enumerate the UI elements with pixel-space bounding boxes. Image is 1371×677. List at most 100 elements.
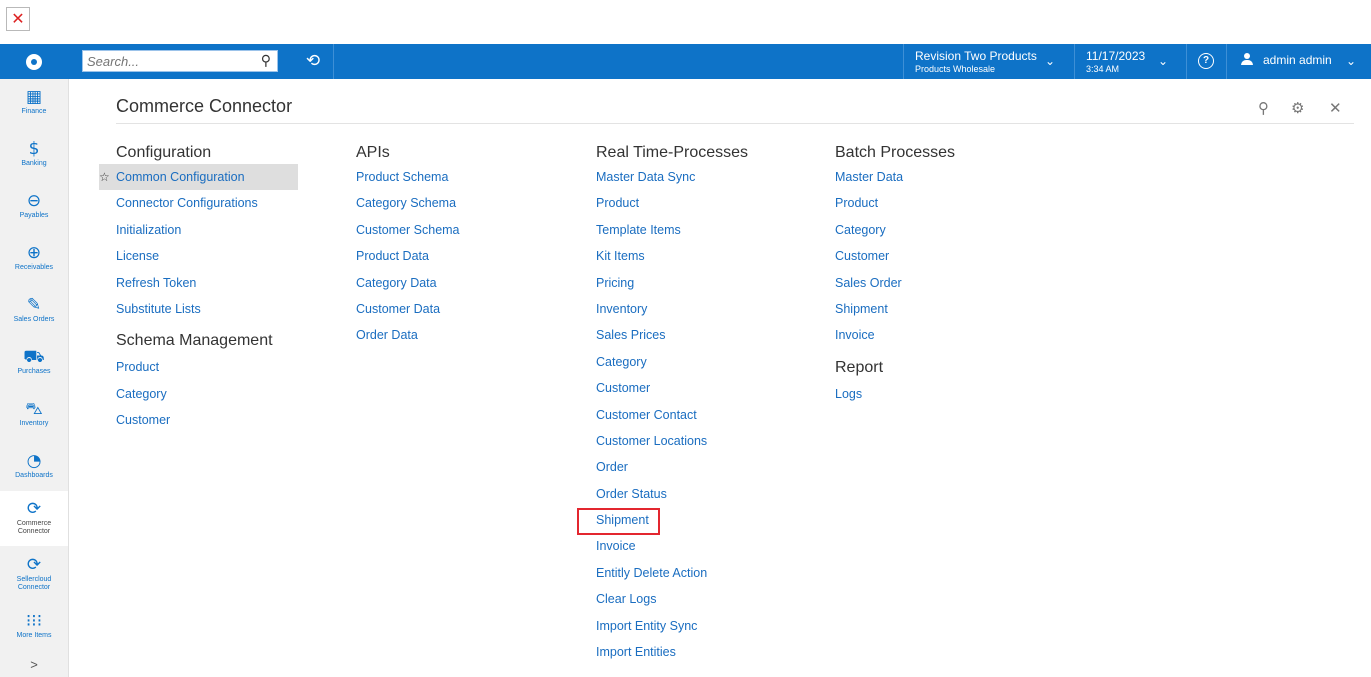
chevron-down-icon[interactable]: ⌄ (1045, 54, 1055, 68)
menu-link[interactable]: Customer (596, 375, 748, 401)
sync-icon: ⟳ (26, 499, 42, 519)
sidebar-item-more-items[interactable]: ⁝⁝⁝ More Items (0, 603, 68, 655)
menu-link[interactable]: Import Entity Sync (596, 613, 748, 639)
chevron-right-icon: > (30, 657, 38, 672)
pin-icon[interactable]: ⚲ (1258, 99, 1269, 117)
edit-icon: ✎ (26, 295, 42, 315)
company-name: Revision Two Products (915, 49, 1037, 63)
menu-link[interactable]: Customer (116, 407, 298, 433)
section-heading: Report (835, 358, 884, 376)
sidebar-item-label: Purchases (17, 368, 51, 375)
close-window-icon[interactable]: ✕ (6, 7, 30, 31)
section-heading: APIs (356, 144, 390, 161)
menu-link[interactable]: Entitly Delete Action (596, 560, 748, 586)
menu-link[interactable]: Initialization (116, 217, 298, 243)
search-icon[interactable]: ⚲ (261, 53, 271, 69)
menu-link[interactable]: Product (835, 190, 955, 216)
grid-icon: ⁝⁝⁝ (25, 611, 43, 631)
menu-link-common-configuration[interactable]: ☆ Common Configuration (99, 164, 298, 191)
chevron-down-icon[interactable]: ⌄ (1158, 54, 1168, 68)
menu-link[interactable]: Category (116, 381, 298, 407)
menu-column-configuration: Configuration ☆ Common Configuration Conn… (99, 142, 298, 434)
company-selector[interactable]: Revision Two Products Products Wholesale (915, 49, 1037, 74)
search-box[interactable]: ⚲ (82, 50, 278, 72)
menu-link[interactable]: Kit Items (596, 243, 748, 269)
menu-link-label: Common Configuration (116, 170, 245, 184)
company-branch: Products Wholesale (915, 64, 996, 74)
menu-link[interactable]: Order (596, 454, 748, 480)
sidebar-item-payables[interactable]: ⊖ Payables (0, 183, 68, 235)
chevron-down-icon[interactable]: ⌄ (1346, 54, 1356, 68)
sidebar-item-sales-orders[interactable]: ✎ Sales Orders (0, 287, 68, 339)
menu-link[interactable]: Invoice (835, 322, 955, 348)
sidebar-item-sellercloud-connector[interactable]: ⟳ Sellercloud Connector (0, 547, 68, 602)
menu-link[interactable]: Order Status (596, 481, 748, 507)
sidebar-item-finance[interactable]: ▦ Finance (0, 79, 68, 131)
cart-icon: ⛟ (23, 347, 45, 367)
menu-link[interactable]: Product (596, 190, 748, 216)
business-date-selector[interactable]: 11/17/2023 3:34 AM (1086, 49, 1145, 74)
sidebar-item-label: More Items (16, 632, 52, 639)
menu-link[interactable]: Connector Configurations (116, 190, 298, 216)
menu-link[interactable]: Product (116, 354, 298, 380)
menu-link[interactable]: Category (835, 217, 955, 243)
menu-link[interactable]: Customer Schema (356, 217, 460, 243)
menu-link[interactable]: Category Data (356, 270, 460, 296)
menu-link[interactable]: Inventory (596, 296, 748, 322)
title-divider (116, 123, 1354, 124)
close-icon[interactable]: ✕ (1329, 99, 1342, 117)
gear-icon[interactable]: ⚙ (1291, 99, 1304, 117)
sidebar-item-commerce-connector[interactable]: ⟳ Commerce Connector (0, 491, 68, 546)
menu-link[interactable]: Substitute Lists (116, 296, 298, 322)
menu-link[interactable]: Master Data (835, 164, 955, 190)
menu-link[interactable]: License (116, 243, 298, 269)
divider (1186, 44, 1187, 79)
user-menu[interactable]: admin admin (1241, 53, 1332, 67)
sync-icon: ⟳ (26, 555, 42, 575)
menu-link[interactable]: Product Schema (356, 164, 460, 190)
sidebar-item-inventory[interactable]: ⛍ Inventory (0, 391, 68, 443)
menu-column-batch-processes: Batch Processes Master Data Product Cate… (835, 142, 955, 407)
menu-link[interactable]: Clear Logs (596, 586, 748, 612)
sidebar-item-label: Commerce Connector (16, 520, 52, 535)
section-heading: Batch Processes (835, 144, 956, 161)
business-time: 3:34 AM (1086, 64, 1120, 74)
menu-link[interactable]: Template Items (596, 217, 748, 243)
sidebar-item-banking[interactable]: $ Banking (0, 131, 68, 183)
menu-link[interactable]: Customer (835, 243, 955, 269)
top-bar: ⚲ ⟲ Revision Two Products Products Whole… (0, 44, 1371, 79)
menu-link[interactable]: Customer Locations (596, 428, 748, 454)
menu-link[interactable]: Invoice (596, 533, 748, 559)
sidebar-item-dashboards[interactable]: ◔ Dashboards (0, 443, 68, 495)
menu-link[interactable]: Customer Contact (596, 402, 748, 428)
section-heading: Configuration (116, 144, 212, 161)
menu-link[interactable]: Sales Prices (596, 322, 748, 348)
logo-icon (26, 53, 42, 70)
sidebar-expand-button[interactable]: > (0, 655, 68, 677)
minus-circle-icon: ⊖ (26, 191, 42, 211)
sidebar-item-receivables[interactable]: ⊕ Receivables (0, 235, 68, 287)
menu-link[interactable]: Sales Order (835, 270, 955, 296)
highlight-annotation (577, 508, 660, 535)
menu-link[interactable]: Logs (835, 381, 955, 407)
menu-link[interactable]: Shipment (835, 296, 955, 322)
dollar-icon: $ (28, 139, 40, 159)
menu-link[interactable]: Import Entities (596, 639, 748, 665)
menu-link[interactable]: Category Schema (356, 190, 460, 216)
menu-link[interactable]: Refresh Token (116, 270, 298, 296)
divider (1226, 44, 1227, 79)
menu-link[interactable]: Product Data (356, 243, 460, 269)
menu-link[interactable]: Pricing (596, 270, 748, 296)
app-logo[interactable] (0, 44, 68, 79)
history-icon[interactable]: ⟲ (303, 51, 323, 71)
menu-link[interactable]: Master Data Sync (596, 164, 748, 190)
menu-link[interactable]: Customer Data (356, 296, 460, 322)
sidebar-item-purchases[interactable]: ⛟ Purchases (0, 339, 68, 391)
search-input[interactable] (83, 51, 247, 71)
menu-link[interactable]: Order Data (356, 322, 460, 348)
help-icon[interactable]: ? (1198, 53, 1214, 69)
menu-link[interactable]: Category (596, 349, 748, 375)
menu-column-real-time-processes: Real Time-Processes Master Data Sync Pro… (596, 142, 748, 665)
sidebar-item-label: Finance (21, 108, 47, 115)
star-icon[interactable]: ☆ (99, 164, 110, 190)
